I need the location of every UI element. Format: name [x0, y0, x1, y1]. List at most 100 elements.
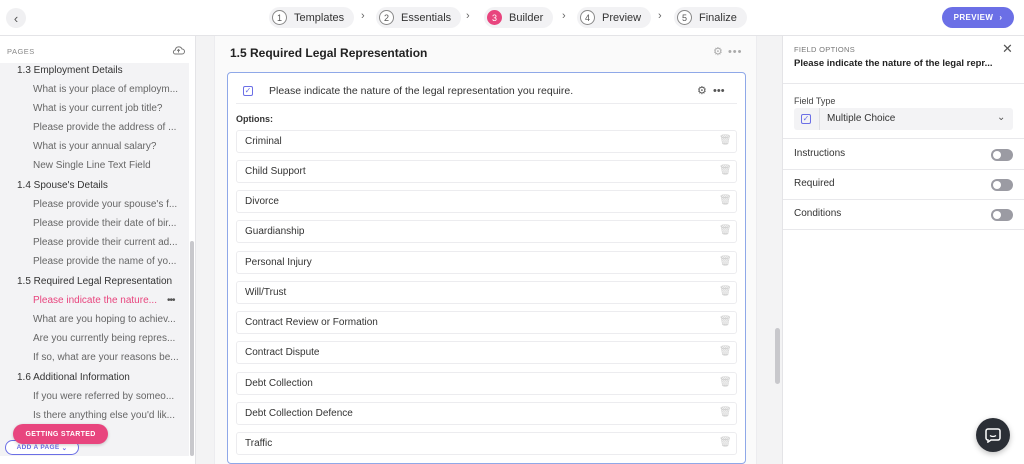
- option-text[interactable]: Divorce: [245, 196, 279, 207]
- chevron-right-icon: ›: [999, 13, 1003, 22]
- trash-icon[interactable]: 🗑: [719, 256, 732, 267]
- trash-icon[interactable]: 🗑: [719, 195, 732, 206]
- tree-question[interactable]: Please provide their current ad...: [33, 233, 178, 252]
- option-row[interactable]: Guardianship 🗑: [236, 220, 737, 243]
- chevron-right-icon: ›: [658, 10, 662, 22]
- step-label: Templates: [294, 11, 345, 24]
- trash-icon[interactable]: 🗑: [719, 316, 732, 327]
- trash-icon[interactable]: 🗑: [719, 135, 732, 146]
- field-options-panel: FIELD OPTIONS ✕ Please indicate the natu…: [782, 36, 1024, 464]
- trash-icon[interactable]: 🗑: [719, 377, 732, 388]
- select-separator: [819, 108, 820, 130]
- top-bar: ‹ 1 Templates › 2 Essentials › 3 Builder…: [0, 0, 1024, 36]
- tree-question[interactable]: Please provide their date of bir...: [33, 214, 176, 233]
- question-card[interactable]: ✓ Please indicate the nature of the lega…: [227, 72, 746, 464]
- trash-icon[interactable]: 🗑: [719, 225, 732, 236]
- tree-question[interactable]: What are you hoping to achiev...: [33, 310, 176, 329]
- option-row[interactable]: Debt Collection 🗑: [236, 372, 737, 395]
- option-text[interactable]: Child Support: [245, 166, 306, 177]
- tree-question[interactable]: Please provide your spouse's f...: [33, 195, 177, 214]
- chat-icon: [985, 428, 1001, 443]
- trash-icon[interactable]: 🗑: [719, 407, 732, 418]
- tree-question[interactable]: Please provide the address of ...: [33, 118, 176, 137]
- required-toggle[interactable]: [991, 179, 1013, 191]
- preview-button-label: PREVIEW: [953, 13, 994, 22]
- trash-icon[interactable]: 🗑: [719, 346, 732, 357]
- option-row[interactable]: Traffic 🗑: [236, 432, 737, 455]
- field-type-select[interactable]: ✓ Multiple Choice ⌄: [794, 108, 1013, 130]
- canvas-scrollbar[interactable]: [775, 328, 780, 384]
- option-text[interactable]: Debt Collection: [245, 378, 313, 389]
- option-row[interactable]: Criminal 🗑: [236, 130, 737, 153]
- tree-question[interactable]: Please provide the name of yo...: [33, 252, 176, 271]
- tree-section[interactable]: 1.4 Spouse's Details: [17, 176, 108, 195]
- option-row[interactable]: Personal Injury 🗑: [236, 251, 737, 274]
- tree-question[interactable]: If you were referred by someo...: [33, 387, 174, 406]
- step-builder[interactable]: 3 Builder: [484, 7, 554, 28]
- step-label: Essentials: [401, 11, 452, 24]
- conditions-row: Conditions: [783, 199, 1024, 229]
- step-label: Finalize: [699, 11, 737, 24]
- option-row[interactable]: Debt Collection Defence 🗑: [236, 402, 737, 425]
- option-row[interactable]: Will/Trust 🗑: [236, 281, 737, 304]
- option-row[interactable]: Contract Review or Formation 🗑: [236, 311, 737, 334]
- trash-icon[interactable]: 🗑: [719, 286, 732, 297]
- step-finalize[interactable]: 5 Finalize: [674, 7, 747, 28]
- tree-section[interactable]: 1.3 Employment Details: [17, 63, 123, 80]
- gear-icon[interactable]: ⚙: [697, 85, 707, 97]
- option-row[interactable]: Divorce 🗑: [236, 190, 737, 213]
- tree-question[interactable]: Are you currently being repres...: [33, 329, 175, 348]
- option-text[interactable]: Debt Collection Defence: [245, 408, 353, 419]
- trash-icon[interactable]: 🗑: [719, 165, 732, 176]
- sidebar-scrollbar[interactable]: [190, 241, 194, 456]
- option-row[interactable]: Contract Dispute 🗑: [236, 341, 737, 364]
- chat-support-button[interactable]: [976, 418, 1010, 452]
- tree-question[interactable]: If so, what are your reasons be...: [33, 348, 179, 367]
- toggle-label: Conditions: [794, 208, 842, 219]
- option-text[interactable]: Guardianship: [245, 226, 304, 237]
- trash-icon[interactable]: 🗑: [719, 437, 732, 448]
- step-preview[interactable]: 4 Preview: [577, 7, 652, 28]
- step-templates[interactable]: 1 Templates: [269, 7, 355, 28]
- more-icon[interactable]: •••: [728, 46, 743, 58]
- options-label: Options:: [236, 114, 273, 124]
- question-text[interactable]: Please indicate the nature of the legal …: [269, 85, 573, 97]
- tree-question[interactable]: What is your annual salary?: [33, 137, 156, 156]
- option-text[interactable]: Criminal: [245, 136, 282, 147]
- field-type-label: Field Type: [794, 96, 836, 106]
- instructions-toggle[interactable]: [991, 149, 1013, 161]
- option-text[interactable]: Personal Injury: [245, 257, 312, 268]
- required-row: Required: [783, 169, 1024, 199]
- option-text[interactable]: Contract Review or Formation: [245, 317, 378, 328]
- chevron-left-icon: ‹: [13, 10, 19, 26]
- toggle-label: Instructions: [794, 148, 846, 159]
- field-options-title: Please indicate the nature of the legal …: [794, 58, 993, 69]
- more-icon[interactable]: •••: [167, 291, 175, 310]
- builder-canvas: 1.5 Required Legal Representation ⚙ ••• …: [214, 36, 757, 464]
- tree-question[interactable]: What is your current job title?: [33, 99, 163, 118]
- chevron-right-icon: ›: [466, 10, 470, 22]
- tree-section[interactable]: 1.6 Additional Information: [17, 368, 130, 387]
- gear-icon[interactable]: ⚙: [713, 46, 724, 58]
- back-button[interactable]: ‹: [6, 8, 26, 28]
- question-row: ✓ Please indicate the nature of the lega…: [236, 79, 737, 104]
- tree-question-active[interactable]: Please indicate the nature... •••: [33, 291, 183, 310]
- more-icon[interactable]: •••: [713, 85, 725, 97]
- chevron-down-icon: ⌄: [61, 444, 68, 452]
- tree-section[interactable]: 1.5 Required Legal Representation: [17, 272, 172, 291]
- tree-question[interactable]: New Single Line Text Field: [33, 156, 151, 175]
- tree-question[interactable]: What is your place of employm...: [33, 80, 178, 99]
- instructions-row: Instructions: [783, 139, 1024, 169]
- conditions-toggle[interactable]: [991, 209, 1013, 221]
- option-text[interactable]: Contract Dispute: [245, 347, 319, 358]
- close-icon[interactable]: ✕: [1002, 41, 1013, 57]
- option-text[interactable]: Will/Trust: [245, 287, 286, 298]
- getting-started-button[interactable]: GETTING STARTED: [13, 424, 108, 444]
- option-text[interactable]: Traffic: [245, 438, 272, 449]
- cloud-upload-icon[interactable]: [172, 45, 185, 58]
- preview-button[interactable]: PREVIEW ›: [942, 7, 1014, 28]
- tree-question[interactable]: Is there anything else you'd lik...: [33, 406, 175, 425]
- step-number: 2: [379, 10, 394, 25]
- option-row[interactable]: Child Support 🗑: [236, 160, 737, 183]
- step-essentials[interactable]: 2 Essentials: [376, 7, 462, 28]
